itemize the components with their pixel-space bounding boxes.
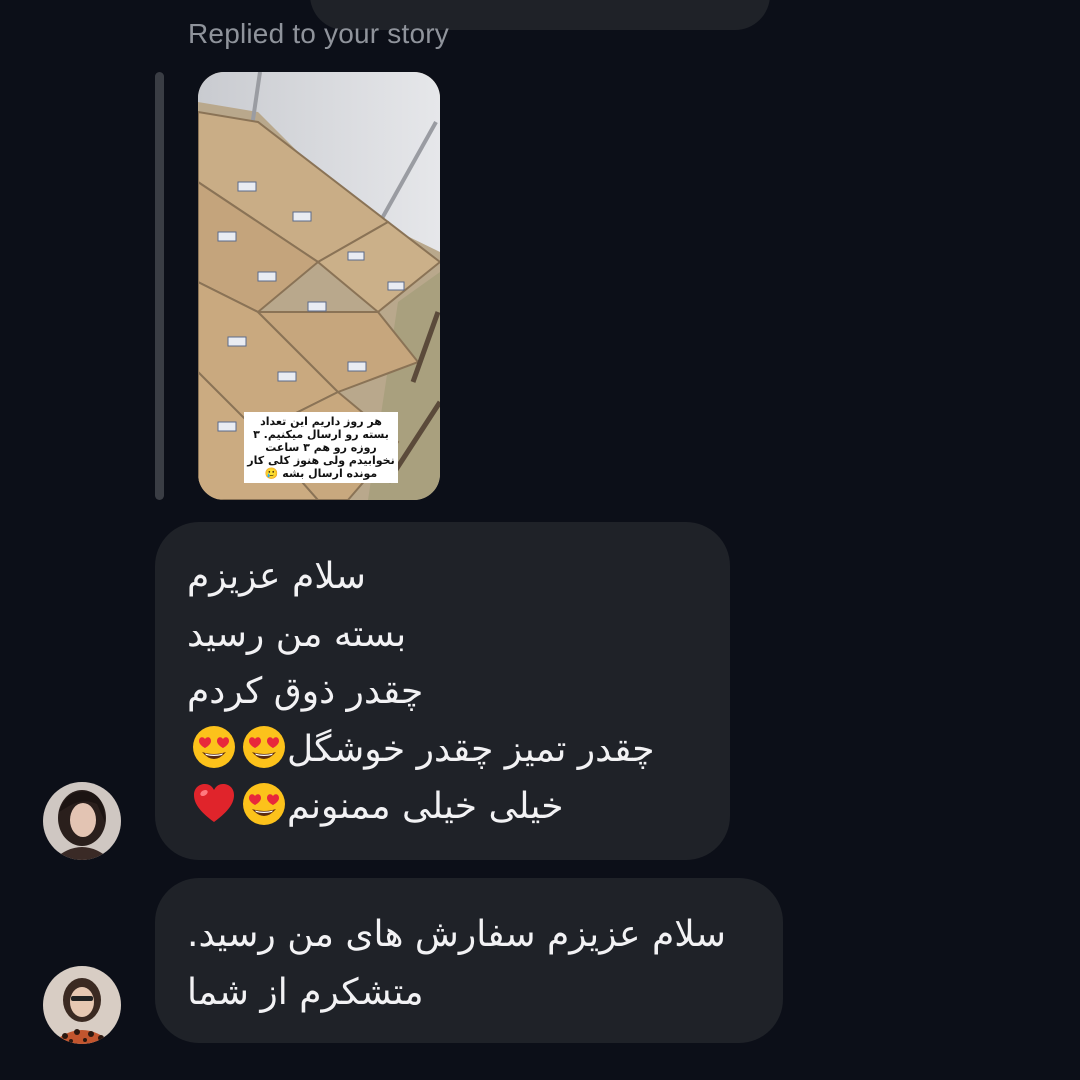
message-line-text: چقدر تمیز چقدر خوشگل	[287, 728, 655, 770]
message-line: چقدر تمیز چقدر خوشگل	[187, 721, 655, 779]
message-line-text: خیلی خیلی ممنونم	[287, 786, 564, 827]
message-bubble[interactable]: سلام عزیزم بسته من رسید چقدر ذوق کردم چقدر …	[155, 522, 730, 860]
user-avatar-icon	[43, 782, 121, 860]
message-line: خیلی خیلی ممنونم	[187, 778, 655, 836]
story-caption: هر روز داریم این تعداد بسته رو ارسال میک…	[244, 412, 398, 483]
message-line: متشکرم از شما	[187, 964, 726, 1022]
message-line: چقدر ذوق کردم	[187, 663, 655, 721]
message-bubble[interactable]: سلام عزیزم سفارش های من رسید. متشکرم از ش…	[155, 878, 783, 1043]
sender-avatar[interactable]	[43, 966, 121, 1044]
message-line: سلام عزیزم	[187, 548, 655, 606]
reply-indicator-bar	[155, 72, 164, 500]
message-line-text: سلام عزیزم سفارش های من رسید.	[187, 914, 726, 955]
story-thumbnail[interactable]: هر روز داریم این تعداد بسته رو ارسال میک…	[198, 72, 440, 500]
message-line-text: بسته من رسید	[187, 613, 407, 655]
message-line: سلام عزیزم سفارش های من رسید.	[187, 906, 726, 964]
message-text: سلام عزیزم سفارش های من رسید. متشکرم از ش…	[187, 906, 726, 1022]
user-avatar-icon	[43, 966, 121, 1044]
message-line-text: چقدر ذوق کردم	[187, 671, 424, 712]
heart-eyes-emoji-icon	[241, 724, 287, 770]
replied-to-story-label: Replied to your story	[188, 18, 449, 49]
message-line-text: سلام عزیزم	[187, 556, 366, 597]
heart-eyes-emoji-icon	[191, 724, 237, 770]
message-line: بسته من رسید	[187, 606, 655, 664]
message-line-text: متشکرم از شما	[187, 972, 424, 1013]
heart-eyes-emoji-icon	[241, 781, 287, 827]
dm-thread: Replied to your story هر روز داریم این ت…	[0, 0, 1080, 1080]
message-text: سلام عزیزم بسته من رسید چقدر ذوق کردم چقدر …	[187, 548, 655, 836]
sender-avatar[interactable]	[43, 782, 121, 860]
red-heart-emoji-icon	[191, 781, 237, 827]
